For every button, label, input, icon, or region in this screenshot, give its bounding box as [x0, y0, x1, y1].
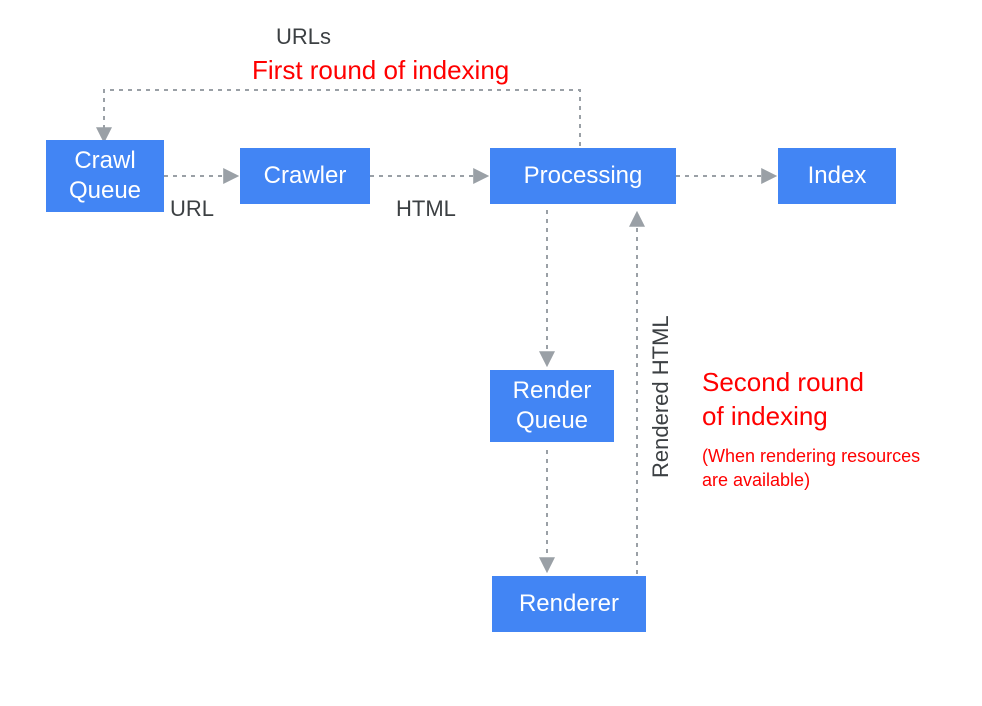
- edge-label-urls: URLs: [276, 24, 331, 50]
- node-crawl-queue-label: Crawl Queue: [69, 146, 141, 206]
- connectors-layer: [0, 0, 982, 706]
- edge-label-url: URL: [170, 196, 214, 222]
- edge-label-html: HTML: [396, 196, 456, 222]
- node-renderer: Renderer: [492, 576, 646, 632]
- edge-label-rendered-html: Rendered HTML: [648, 315, 674, 478]
- annotation-second-round-note: (When rendering resources are available): [702, 444, 920, 493]
- annotation-first-round: First round of indexing: [252, 54, 509, 88]
- node-crawler-label: Crawler: [264, 161, 347, 191]
- node-crawl-queue: Crawl Queue: [46, 140, 164, 212]
- node-renderer-label: Renderer: [519, 589, 619, 619]
- annotation-second-round: Second round of indexing: [702, 366, 864, 434]
- node-index: Index: [778, 148, 896, 204]
- node-processing-label: Processing: [524, 161, 643, 191]
- node-processing: Processing: [490, 148, 676, 204]
- node-crawler: Crawler: [240, 148, 370, 204]
- node-render-queue-label: Render Queue: [513, 376, 592, 436]
- node-render-queue: Render Queue: [490, 370, 614, 442]
- edge-processing-crawlqueue: [104, 90, 580, 146]
- node-index-label: Index: [808, 161, 867, 191]
